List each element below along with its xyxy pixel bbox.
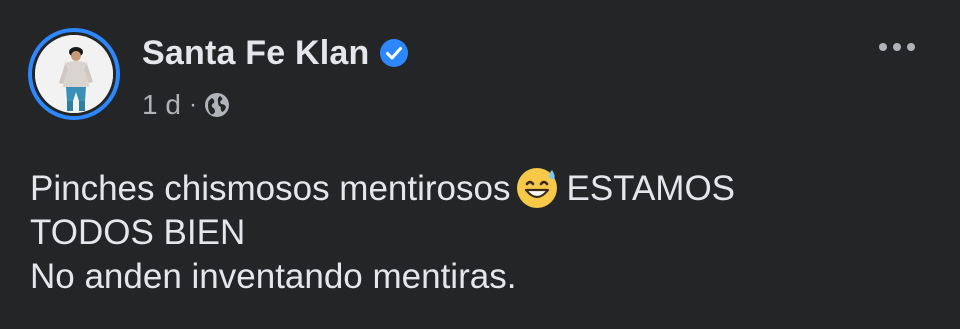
post-body-line-3: No anden inventando mentiras. xyxy=(30,257,517,296)
post-meta: 1 d · xyxy=(142,88,231,122)
profile-photo xyxy=(35,35,113,113)
verified-badge-icon xyxy=(379,38,409,68)
author-name[interactable]: Santa Fe Klan xyxy=(142,33,369,73)
globe-icon[interactable] xyxy=(203,91,231,119)
post-timestamp[interactable]: 1 d xyxy=(142,88,181,122)
more-options-icon xyxy=(879,43,915,51)
post-text-segment-2: ESTAMOS xyxy=(566,169,736,208)
meta-separator: · xyxy=(188,91,197,118)
post-body-line-2: TODOS BIEN xyxy=(30,213,246,252)
author-row: Santa Fe Klan xyxy=(142,33,409,73)
profile-photo-illustration xyxy=(35,35,113,113)
more-options-button[interactable] xyxy=(872,34,922,60)
post-body-line-1: Pinches chismosos mentirosos ESTAMOS xyxy=(30,164,930,211)
post-text-segment-1: Pinches chismosos mentirosos xyxy=(30,169,511,208)
post-body: Pinches chismosos mentirosos ESTAMOS TOD… xyxy=(30,164,930,299)
post-card: Santa Fe Klan 1 d · Pinches chismosos me… xyxy=(0,0,960,329)
grinning-face-with-sweat-emoji-icon xyxy=(514,164,560,210)
avatar[interactable] xyxy=(28,28,120,120)
